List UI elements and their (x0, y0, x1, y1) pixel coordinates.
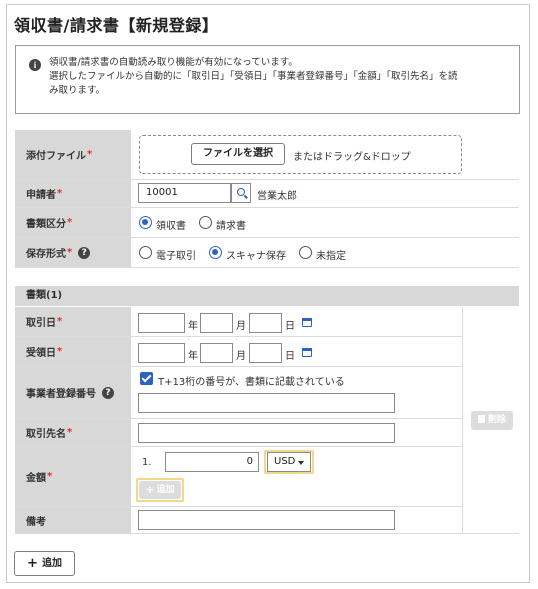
radio-invoice-label: 請求書 (216, 221, 246, 232)
applicant-name: 営業太郎 (257, 191, 297, 202)
applicant-label: 申請者 * (15, 180, 131, 207)
plus-icon: + (27, 556, 38, 571)
attachment-row: 添付ファイル * ファイルを選択 またはドラッグ&ドロップ (15, 130, 519, 180)
chevron-down-icon (298, 461, 304, 465)
required-mark: * (57, 346, 63, 357)
radio-invoice[interactable] (199, 216, 212, 229)
month-unit: 月 (236, 321, 246, 332)
day-unit: 日 (285, 351, 295, 362)
info-box: i 領収書/請求書の自動読み取り機能が有効になっています。 選択したファイルから… (15, 45, 520, 114)
radio-scanner[interactable] (209, 246, 222, 259)
required-mark: * (67, 427, 73, 438)
registration-number-label: 事業者登録番号 ? (15, 367, 131, 418)
calendar-icon[interactable] (301, 346, 313, 358)
info-line: 選択したファイルから自動的に「取引日」「受領日」「事業者登録番号」「金額」「取引… (49, 71, 458, 82)
radio-electronic[interactable] (139, 246, 152, 259)
partner-name-input[interactable] (138, 423, 395, 443)
day-unit: 日 (285, 321, 295, 332)
amount-row: 金額 * 1. 0 USD + 追加 (15, 447, 462, 507)
required-mark: * (57, 316, 63, 327)
transaction-day-input[interactable] (249, 313, 282, 333)
doc-type-row: 書類区分 * 領収書 請求書 (15, 208, 519, 238)
required-mark: * (87, 149, 93, 160)
info-line: 領収書/請求書の自動読み取り機能が有効になっています。 (49, 57, 298, 68)
transaction-date-row: 取引日 * 年 月 日 (15, 307, 462, 337)
drop-hint: またはドラッグ&ドロップ (293, 152, 411, 163)
attachment-label: 添付ファイル * (15, 130, 131, 179)
radio-electronic-label: 電子取引 (156, 251, 196, 262)
add-document-button[interactable]: + 追加 (14, 551, 75, 576)
radio-receipt-label: 領収書 (156, 221, 186, 232)
search-icon[interactable] (231, 183, 251, 203)
plus-icon: + (145, 483, 155, 496)
page-title: 領収書/請求書【新規登録】 (14, 16, 219, 35)
receipt-day-input[interactable] (249, 343, 282, 363)
year-unit: 年 (188, 351, 198, 362)
receipt-year-input[interactable] (138, 343, 185, 363)
month-unit: 月 (236, 351, 246, 362)
storage-row: 保存形式 * ? 電子取引 スキャナ保存 未指定 (15, 238, 519, 268)
radio-scanner-label: スキャナ保存 (226, 251, 286, 262)
registration-checkbox-label: T+13桁の番号が、書類に記載されている (158, 377, 345, 388)
info-line: み取ります。 (49, 85, 106, 96)
add-amount-button[interactable]: + 追加 (139, 481, 181, 499)
partner-label: 取引先名 * (15, 419, 131, 446)
radio-unspecified[interactable] (299, 246, 312, 259)
receipt-date-label: 受領日 * (15, 337, 131, 366)
registration-number-input[interactable] (138, 393, 395, 413)
file-drop-zone[interactable]: ファイルを選択 またはドラッグ&ドロップ (139, 135, 462, 174)
radio-receipt[interactable] (139, 216, 152, 229)
choose-file-button[interactable]: ファイルを選択 (191, 143, 285, 165)
remarks-input[interactable] (138, 510, 395, 530)
required-mark: * (67, 247, 73, 258)
remarks-label: 備考 (15, 507, 131, 533)
required-mark: * (47, 471, 53, 482)
info-text: 領収書/請求書の自動読み取り機能が有効になっています。 選択したファイルから自動… (49, 56, 511, 98)
transaction-date-label: 取引日 * (15, 307, 131, 336)
amount-input[interactable]: 0 (165, 452, 259, 472)
transaction-year-input[interactable] (138, 313, 185, 333)
trash-icon (477, 415, 485, 423)
amount-label: 金額 * (15, 447, 131, 506)
registration-checkbox[interactable] (140, 372, 153, 385)
remarks-row: 備考 (15, 507, 462, 534)
receipt-date-row: 受領日 * 年 月 日 (15, 337, 462, 367)
doc-type-label: 書類区分 * (15, 208, 131, 237)
info-icon: i (29, 59, 41, 71)
applicant-row: 申請者 * 10001 営業太郎 (15, 180, 519, 208)
currency-select[interactable]: USD (267, 452, 311, 472)
required-mark: * (67, 217, 73, 228)
help-icon[interactable]: ? (78, 246, 91, 259)
required-mark: * (57, 188, 63, 199)
delete-button[interactable]: 削除 (471, 411, 513, 430)
help-icon[interactable]: ? (102, 386, 114, 399)
transaction-month-input[interactable] (200, 313, 233, 333)
calendar-icon[interactable] (301, 316, 313, 328)
document-section-header: 書類(1) (15, 286, 519, 306)
applicant-id-input[interactable]: 10001 (138, 183, 231, 203)
radio-unspecified-label: 未指定 (316, 251, 346, 262)
receipt-month-input[interactable] (200, 343, 233, 363)
amount-index: 1. (142, 457, 152, 468)
registration-number-row: 事業者登録番号 ? T+13桁の番号が、書類に記載されている (15, 367, 462, 419)
document-actions-pane: 削除 (462, 307, 519, 534)
storage-label: 保存形式 * ? (15, 238, 131, 267)
partner-row: 取引先名 * (15, 419, 462, 447)
year-unit: 年 (188, 321, 198, 332)
